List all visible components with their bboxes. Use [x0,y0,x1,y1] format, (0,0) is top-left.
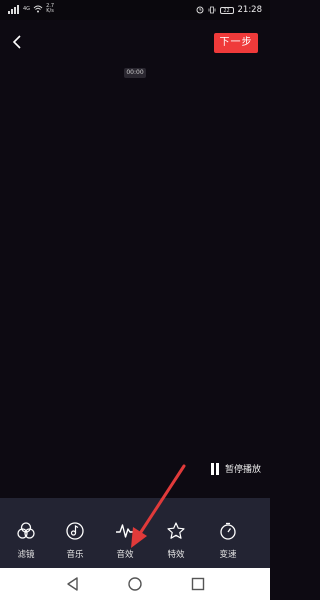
speed-icon [220,522,236,540]
network-label: 4G [23,6,31,12]
tool-filter[interactable]: 滤镜 [8,521,44,560]
wifi-icon [33,5,43,13]
next-step-button[interactable]: 下一步 [214,33,258,53]
tool-music-label: 音乐 [66,550,84,560]
vibrate-icon [208,6,215,14]
tool-special-effect-label: 特效 [167,550,185,560]
network-speed: 2.7 K/s [46,4,54,14]
pause-icon [210,462,220,475]
tool-special-effect[interactable]: 特效 [158,521,194,560]
playback-timestamp: 00:00 [124,68,146,78]
special-effect-icon [167,522,185,539]
status-left: 4G 2.7 K/s [8,4,54,14]
signal-icon [8,4,19,14]
alarm-icon [196,6,203,14]
pause-label: 暂停播放 [225,465,262,475]
status-time: 21:28 [237,5,263,15]
recents-square-icon[interactable] [189,575,207,593]
music-icon [66,522,84,540]
tool-speed[interactable]: 变速 [210,521,246,560]
tool-filter-label: 滤镜 [17,550,35,560]
sound-effect-icon [116,524,134,538]
back-triangle-icon[interactable] [64,575,82,593]
tool-music[interactable]: 音乐 [57,521,93,560]
status-right: 22 21:28 [196,5,263,15]
tool-speed-label: 变速 [219,550,237,560]
filter-icon [17,522,35,539]
tool-sound-effect[interactable]: 音效 [107,521,143,560]
tool-sound-effect-label: 音效 [116,550,134,560]
home-circle-icon[interactable] [126,575,144,593]
back-chevron-icon[interactable] [10,34,26,50]
battery-indicator: 22 [219,6,234,14]
pause-playback-button[interactable]: 暂停播放 [210,462,261,475]
speed-unit: K/s [46,8,54,14]
status-bar: 4G 2.7 K/s 22 21:28 [0,0,270,20]
